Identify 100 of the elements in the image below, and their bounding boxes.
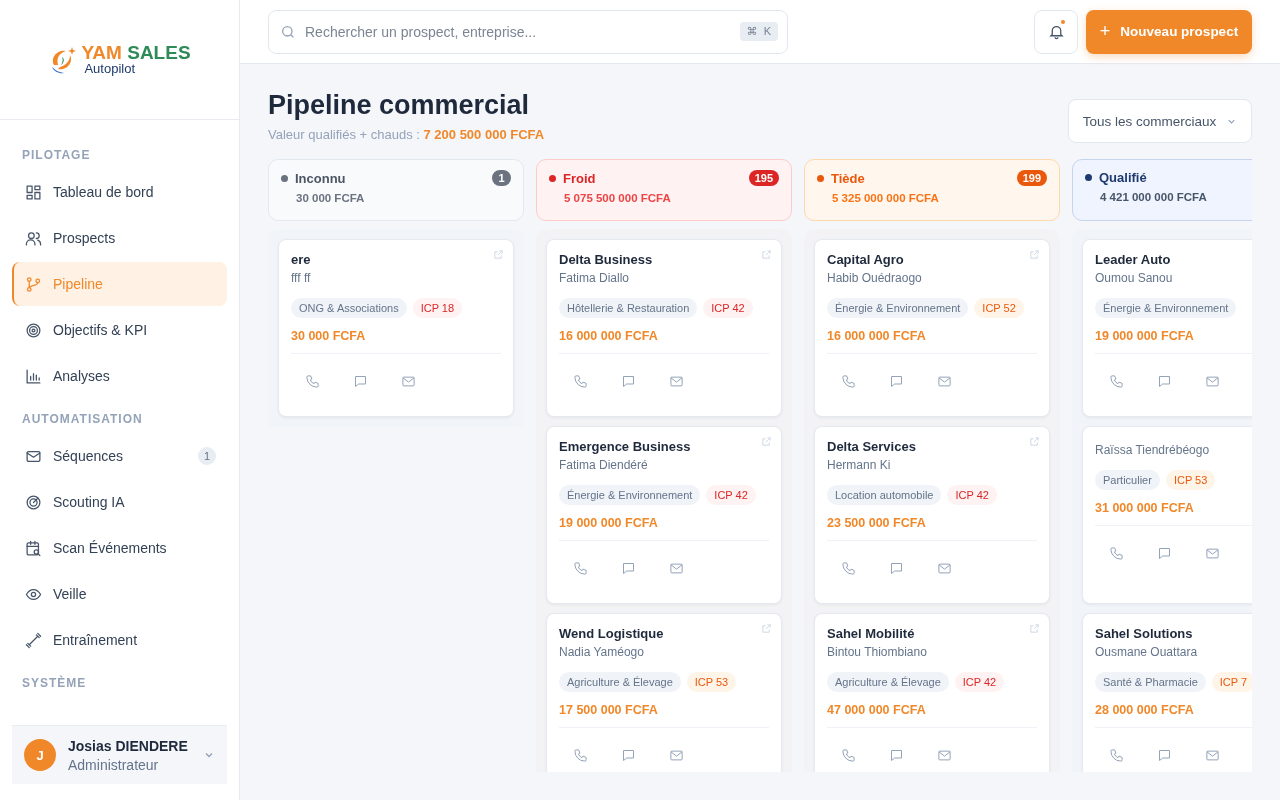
mail-icon[interactable]	[937, 748, 952, 763]
mail-icon[interactable]	[669, 748, 684, 763]
user-menu[interactable]: J Josias DIENDERE Administrateur	[12, 725, 227, 784]
count-badge: 1	[492, 170, 511, 186]
sales-filter-dropdown[interactable]: Tous les commerciaux	[1068, 99, 1252, 143]
phone-icon[interactable]	[1109, 748, 1124, 763]
chat-icon[interactable]	[889, 561, 904, 576]
nav-item[interactable]: Analyses	[12, 354, 227, 398]
company-name: Delta Business	[559, 252, 653, 267]
sector-tag: Hôtellerie & Restauration	[559, 298, 698, 318]
icp-score-tag: ICP 52	[974, 298, 1024, 318]
icp-score-tag: ICP 42	[703, 298, 753, 318]
chat-icon[interactable]	[621, 561, 636, 576]
deal-amount: 30 000 FCFA	[291, 329, 501, 354]
contact-name: Fatima Diallo	[559, 271, 631, 285]
prospect-card[interactable]: Sahel Solutions Ousmane Ouattara Santé & Pharmacie ICP 7 28 000 000 FCFA	[1082, 613, 1252, 772]
branch-icon	[25, 275, 42, 293]
deal-amount: 31 000 000 FCFA	[1095, 501, 1252, 526]
prospect-card[interactable]: Wend Logistique Nadia Yaméogo Agriculture & Élevage ICP 53 17 500 000 FCFA	[546, 613, 782, 772]
nav-item[interactable]: Tableau de bord	[12, 170, 227, 214]
contact-name: fff ff	[291, 271, 312, 285]
mail-icon[interactable]	[1205, 374, 1220, 389]
deal-amount: 19 000 000 FCFA	[1095, 329, 1252, 354]
mail-icon[interactable]	[669, 374, 684, 389]
user-role: Administrateur	[68, 756, 160, 773]
external-link-icon[interactable]	[1029, 249, 1040, 260]
chat-icon[interactable]	[889, 374, 904, 389]
prospect-card[interactable]: ere fff ff ONG & Associations ICP 18 30 000 FCFA	[278, 239, 514, 417]
radar-icon	[25, 493, 42, 511]
contact-name: Raïssa Tiendrébéogo	[1095, 443, 1211, 457]
phone-icon[interactable]	[573, 561, 588, 576]
contact-name: Fatima Diendéré	[559, 458, 649, 472]
users-icon	[25, 229, 42, 247]
prospect-card[interactable]: Delta Business Fatima Diallo Hôtellerie & Restauration ICP 42 16 000 000 FCFA	[546, 239, 782, 417]
phone-icon[interactable]	[841, 561, 856, 576]
mail-icon[interactable]	[401, 374, 416, 389]
sector-tag: Énergie & Environnement	[1095, 298, 1237, 318]
phone-icon[interactable]	[1109, 374, 1124, 389]
external-link-icon[interactable]	[493, 249, 504, 260]
sector-tag: ONG & Associations	[291, 298, 407, 318]
column-title: Inconnu	[295, 170, 347, 186]
contact-name: Habib Ouédraogo	[827, 271, 923, 285]
nav-item[interactable]: Prospects	[12, 216, 227, 260]
prospect-card[interactable]: Raïssa Tiendrébéogo Particulier ICP 53 31 000 000 FCFA	[1082, 426, 1252, 604]
external-link-icon[interactable]	[761, 249, 772, 260]
mail-icon[interactable]	[1205, 546, 1220, 561]
icp-score-tag: ICP 18	[412, 298, 463, 318]
nav-item[interactable]: Scan Événements	[12, 526, 227, 570]
nav-item[interactable]: Entraînement	[12, 618, 227, 662]
chat-icon[interactable]	[889, 748, 904, 763]
sector-tag: Location automobile	[827, 485, 942, 505]
company-name: ere	[291, 252, 311, 267]
prospect-card[interactable]: Leader Auto Oumou Sanou Énergie & Environnement 19 000 000 FCFA	[1082, 239, 1252, 417]
prospect-card[interactable]: Sahel Mobilité Bintou Thiombiano Agriculture & Élevage ICP 42 47 000 000 FCFA	[814, 613, 1050, 772]
external-link-icon[interactable]	[1029, 623, 1040, 634]
phone-icon[interactable]	[1109, 546, 1124, 561]
brand-tagline: Autopilot	[84, 61, 137, 76]
nav-item[interactable]: Séquences 1	[12, 434, 227, 478]
page-title: Pipeline commercial	[268, 90, 531, 121]
brand-name: SALES	[127, 41, 191, 63]
mail-icon[interactable]	[937, 561, 952, 576]
column-total: 5 075 500 000 FCFA	[564, 192, 672, 204]
mail-icon[interactable]	[1205, 748, 1220, 763]
external-link-icon[interactable]	[761, 436, 772, 447]
brand-name: YAM	[81, 41, 122, 63]
external-link-icon[interactable]	[1029, 436, 1040, 447]
phone-icon[interactable]	[841, 748, 856, 763]
mail-icon[interactable]	[669, 561, 684, 576]
prospect-card[interactable]: Capital Agro Habib Ouédraogo Énergie & Environnement ICP 52 16 000 000 FCFA	[814, 239, 1050, 417]
chat-icon[interactable]	[621, 748, 636, 763]
icp-score-tag: ICP 42	[706, 485, 756, 505]
deal-amount: 16 000 000 FCFA	[559, 329, 769, 354]
contact-name: Oumou Sanou	[1095, 271, 1174, 285]
sector-tag: Particulier	[1095, 470, 1160, 490]
nav-item[interactable]: Veille	[12, 572, 227, 616]
phone-icon[interactable]	[573, 374, 588, 389]
column-title: Tiède	[831, 170, 866, 186]
phone-icon[interactable]	[305, 374, 320, 389]
icp-score-tag: ICP 53	[1165, 470, 1216, 490]
prospect-card[interactable]: Delta Services Hermann Ki Location automobile ICP 42 23 500 000 FCFA	[814, 426, 1050, 604]
chat-icon[interactable]	[1157, 374, 1172, 389]
chat-icon[interactable]	[621, 374, 636, 389]
external-link-icon[interactable]	[761, 623, 772, 634]
company-name: Sahel Mobilité	[827, 626, 915, 641]
phone-icon[interactable]	[841, 374, 856, 389]
sector-tag: Agriculture & Élevage	[827, 672, 949, 692]
target-icon	[25, 321, 42, 339]
mail-icon[interactable]	[937, 374, 952, 389]
company-name: Sahel Solutions	[1095, 626, 1193, 641]
nav-item[interactable]: Scouting IA	[12, 480, 227, 524]
icp-score-tag: ICP 42	[947, 485, 997, 505]
icp-score-tag: ICP 53	[686, 672, 737, 692]
user-name: Josias DIENDERE	[68, 737, 189, 754]
chat-icon[interactable]	[1157, 748, 1172, 763]
notifications-button[interactable]	[1034, 9, 1078, 54]
chat-icon[interactable]	[353, 374, 368, 389]
phone-icon[interactable]	[573, 748, 588, 763]
chat-icon[interactable]	[1157, 546, 1172, 561]
prospect-card[interactable]: Emergence Business Fatima Diendéré Énergie & Environnement ICP 42 19 000 000 FCFA	[546, 426, 782, 604]
nav-item[interactable]: Objectifs & KPI	[12, 308, 227, 352]
